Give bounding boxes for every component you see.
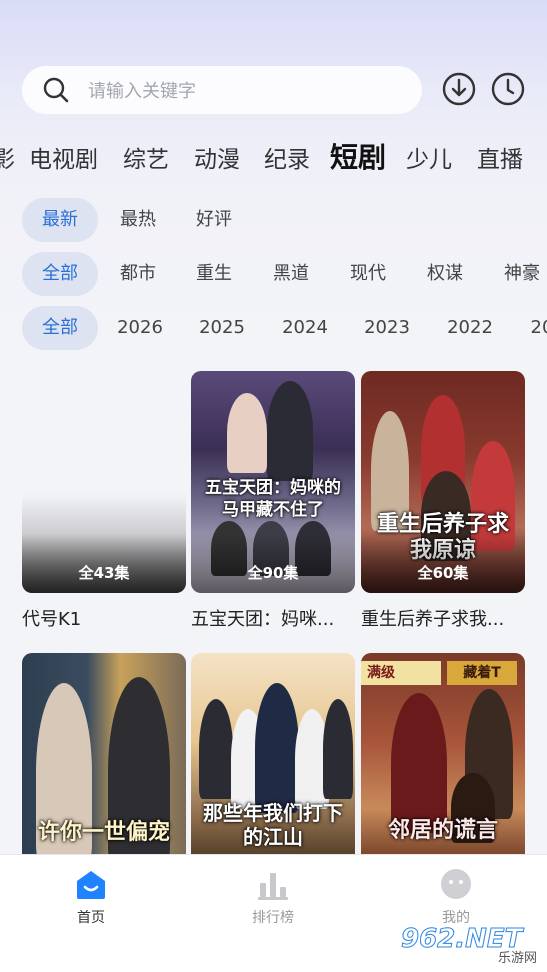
genre-filter-row: 全部 都市 重生 黑道 现代 权谋 神豪 bbox=[0, 252, 547, 296]
category-tabs: 影 电视剧 综艺 动漫 纪录 短剧 少儿 直播 bbox=[0, 136, 547, 180]
poster-title-art: 许你一世偏宠 bbox=[37, 819, 170, 845]
site-watermark: 962.NET 乐游网 bbox=[400, 922, 541, 967]
poster-title-art: 邻居的谎言 bbox=[387, 817, 498, 843]
poster-figure bbox=[391, 693, 447, 833]
nav-ranking[interactable]: 排行榜 bbox=[223, 867, 323, 927]
filter-year-2022[interactable]: 2022 bbox=[440, 306, 500, 350]
poster-figure bbox=[255, 683, 299, 813]
tab-movie[interactable]: 影 bbox=[0, 140, 15, 174]
search-bar[interactable]: 请输入关键字 bbox=[22, 66, 422, 114]
nav-home-label: 首页 bbox=[77, 910, 105, 926]
filter-year-2025[interactable]: 2025 bbox=[192, 306, 252, 350]
search-input[interactable]: 请输入关键字 bbox=[88, 77, 196, 103]
tab-short-drama[interactable]: 短剧 bbox=[330, 136, 386, 176]
tab-documentary[interactable]: 纪录 bbox=[264, 140, 310, 174]
filter-genre-all[interactable]: 全部 bbox=[22, 252, 98, 296]
filter-year-2023[interactable]: 2023 bbox=[357, 306, 417, 350]
filter-genre-gang[interactable]: 黑道 bbox=[263, 252, 319, 296]
nav-ranking-label: 排行榜 bbox=[252, 910, 294, 926]
show-card[interactable]: 重生后养子求我原谅 全60集 重生后养子求我... bbox=[361, 371, 525, 631]
show-card[interactable]: 满级 藏着T 邻居的谎言 bbox=[361, 653, 525, 875]
nav-home[interactable]: 首页 bbox=[41, 867, 141, 927]
tab-kids[interactable]: 少儿 bbox=[406, 140, 452, 174]
poster-banner: 藏着T bbox=[447, 661, 517, 685]
show-card[interactable]: 那些年我们打下的江山 bbox=[191, 653, 355, 875]
episode-count: 全90集 bbox=[247, 564, 299, 582]
show-title[interactable]: 代号K1 bbox=[22, 605, 186, 631]
tab-live[interactable]: 直播 bbox=[477, 140, 523, 174]
filter-year-2024[interactable]: 2024 bbox=[275, 306, 335, 350]
download-icon[interactable] bbox=[442, 72, 476, 106]
show-card[interactable]: 许你一世偏宠 bbox=[22, 653, 186, 875]
poster-figure bbox=[199, 699, 233, 799]
filter-year-all[interactable]: 全部 bbox=[22, 306, 98, 350]
search-icon bbox=[43, 77, 69, 103]
profile-icon bbox=[441, 869, 471, 899]
filter-sort-top-rated[interactable]: 好评 bbox=[186, 198, 242, 242]
show-title[interactable]: 重生后养子求我... bbox=[361, 605, 525, 631]
filter-genre-intrigue[interactable]: 权谋 bbox=[417, 252, 473, 296]
show-card[interactable]: 五宝天团：妈咪的马甲藏不住了 全90集 五宝天团：妈咪... bbox=[191, 371, 355, 631]
nav-profile[interactable]: 我的 bbox=[406, 867, 506, 927]
filter-genre-urban[interactable]: 都市 bbox=[110, 252, 166, 296]
poster-figure bbox=[267, 381, 313, 481]
filter-genre-rebirth[interactable]: 重生 bbox=[186, 252, 242, 296]
poster-figure bbox=[227, 393, 267, 473]
watermark-sub: 乐游网 bbox=[497, 951, 537, 966]
episode-count: 全60集 bbox=[417, 564, 469, 582]
year-filter-row: 全部 2026 2025 2024 2023 2022 20 bbox=[0, 306, 547, 350]
poster-banner: 满级 bbox=[361, 661, 441, 685]
show-poster[interactable]: 那些年我们打下的江山 bbox=[191, 653, 355, 875]
tab-anime[interactable]: 动漫 bbox=[194, 140, 240, 174]
show-poster[interactable]: 许你一世偏宠 bbox=[22, 653, 186, 875]
tab-tv-series[interactable]: 电视剧 bbox=[29, 140, 98, 174]
filter-sort-newest[interactable]: 最新 bbox=[22, 198, 98, 242]
poster-title-art: 那些年我们打下的江山 bbox=[203, 801, 343, 849]
show-poster[interactable]: 全43集 bbox=[22, 371, 186, 593]
show-title[interactable]: 五宝天团：妈咪... bbox=[191, 605, 355, 631]
bottom-nav: 首页 排行榜 我的 962.NET 乐游网 bbox=[0, 854, 547, 972]
ranking-icon bbox=[258, 873, 288, 900]
poster-title-art: 五宝天团：妈咪的马甲藏不住了 bbox=[205, 478, 341, 520]
home-icon bbox=[77, 871, 105, 899]
show-card[interactable]: 全43集 代号K1 bbox=[22, 371, 186, 631]
show-poster[interactable]: 重生后养子求我原谅 全60集 bbox=[361, 371, 525, 593]
filter-year-more[interactable]: 20 bbox=[522, 306, 547, 350]
filter-genre-tycoon[interactable]: 神豪 bbox=[494, 252, 547, 296]
tab-variety[interactable]: 综艺 bbox=[123, 140, 169, 174]
filter-sort-hottest[interactable]: 最热 bbox=[110, 198, 166, 242]
show-poster[interactable]: 五宝天团：妈咪的马甲藏不住了 全90集 bbox=[191, 371, 355, 593]
episode-count: 全43集 bbox=[78, 564, 130, 582]
history-clock-icon[interactable] bbox=[491, 72, 525, 106]
filter-genre-modern[interactable]: 现代 bbox=[340, 252, 396, 296]
poster-figure bbox=[323, 699, 353, 799]
sort-filter-row: 最新 最热 好评 bbox=[0, 198, 547, 242]
show-poster[interactable]: 满级 藏着T 邻居的谎言 bbox=[361, 653, 525, 875]
filter-year-2026[interactable]: 2026 bbox=[110, 306, 170, 350]
